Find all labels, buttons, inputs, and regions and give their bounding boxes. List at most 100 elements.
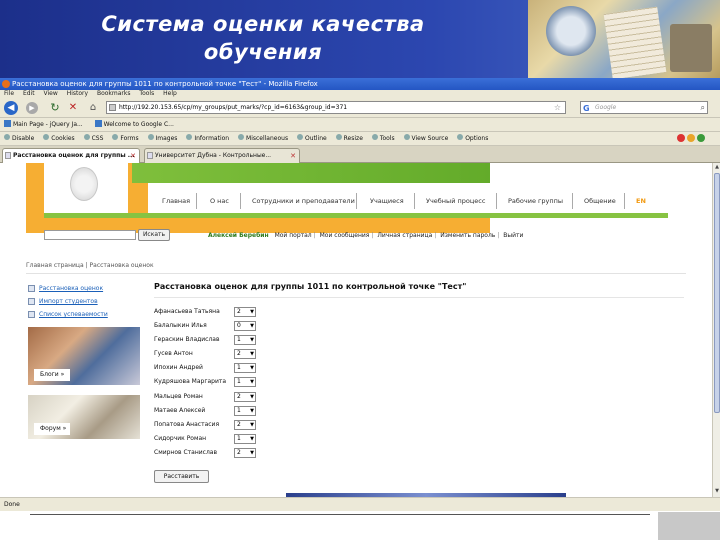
menu-file[interactable]: File	[4, 90, 14, 97]
devtool-images[interactable]: Images	[147, 134, 177, 142]
grade-select[interactable]: 1 ▼	[234, 377, 256, 388]
sidebar-link-put-marks[interactable]: Расстановка оценок	[28, 283, 148, 296]
grade-select[interactable]: 1 ▼	[234, 335, 256, 346]
nav-work-groups[interactable]: Рабочие группы	[508, 197, 563, 205]
grade-select[interactable]: 2 ▼	[234, 349, 256, 360]
grade-value: 0	[237, 322, 241, 330]
nav-students[interactable]: Учащиеся	[370, 197, 404, 205]
tab-put-marks[interactable]: Расстановка оценок для группы ... ✕	[2, 148, 140, 163]
site-search-input[interactable]	[44, 230, 136, 240]
scrollbar-thumb[interactable]	[714, 173, 720, 413]
breadcrumb[interactable]: Главная страница | Расстановка оценок	[26, 262, 154, 269]
window-title-bar: Расстановка оценок для группы 1011 по ко…	[0, 78, 720, 90]
student-name: Матаев Алексей	[154, 406, 206, 414]
status-indicators	[675, 134, 705, 144]
devtool-resize[interactable]: Resize	[335, 134, 363, 142]
blogs-button[interactable]: Блоги »	[34, 369, 70, 381]
dropdown-arrow-icon: ▼	[250, 407, 254, 414]
grade-select[interactable]: 1 ▼	[234, 363, 256, 374]
devtool-disable[interactable]: Disable	[4, 134, 34, 142]
scroll-down-icon[interactable]: ▼	[714, 488, 720, 495]
firefox-icon	[2, 80, 10, 88]
devtool-cookies[interactable]: Cookies	[43, 134, 75, 142]
nav-communication[interactable]: Общение	[584, 197, 616, 205]
scroll-up-icon[interactable]: ▲	[714, 164, 720, 171]
grade-select[interactable]: 1 ▼	[234, 433, 256, 444]
grade-select[interactable]: 2 ▼	[234, 391, 256, 402]
stop-button[interactable]: ✕	[66, 101, 80, 115]
devtool-view-source[interactable]: View Source	[403, 134, 448, 142]
nav-separator	[572, 193, 573, 209]
home-button[interactable]: ⌂	[86, 101, 100, 115]
bookmarks-bar: Main Page - jQuery Ja... Welcome to Goog…	[0, 118, 720, 132]
error-icon	[677, 134, 685, 142]
user-panel: Алексей Беребин Мой портал | Мои сообщени…	[208, 232, 523, 239]
reload-button[interactable]: ↻	[48, 101, 62, 115]
grade-select[interactable]: 2 ▼	[234, 447, 256, 458]
forum-photo[interactable]: Форум »	[28, 395, 140, 439]
warning-icon	[687, 134, 695, 142]
submit-marks-button[interactable]: Расставить	[154, 470, 209, 483]
nav-staff[interactable]: Сотрудники и преподаватели	[252, 197, 355, 205]
nav-home[interactable]: Главная	[162, 197, 190, 205]
menu-view[interactable]: View	[44, 90, 58, 97]
search-icon[interactable]: ⌕	[701, 102, 705, 113]
grade-value: 2	[237, 350, 241, 358]
sidebar-link-progress-list[interactable]: Список успеваемости	[28, 309, 148, 322]
grade-row: Смирнов Станислав 2 ▼	[154, 447, 264, 461]
bookmark-star-icon[interactable]: ☆	[554, 102, 561, 113]
nav-about[interactable]: О нас	[210, 197, 229, 205]
link-my-portal[interactable]: Мой портал	[275, 232, 312, 239]
tab-university[interactable]: Университет Дубна - Контрольные... ✕	[144, 148, 300, 163]
sidebar-link-label: Расстановка оценок	[39, 285, 104, 292]
menu-bookmarks[interactable]: Bookmarks	[97, 90, 131, 97]
ok-icon	[697, 134, 705, 142]
link-logout[interactable]: Выйти	[503, 232, 523, 239]
devtool-information[interactable]: Information	[186, 134, 229, 142]
menu-history[interactable]: History	[67, 90, 88, 97]
options-icon	[457, 134, 464, 140]
grade-select[interactable]: 1 ▼	[234, 405, 256, 416]
url-bar[interactable]: http://192.20.153.65/cp/my_groups/put_ma…	[106, 101, 566, 114]
blogs-photo[interactable]: Блоги »	[28, 327, 140, 385]
menu-help[interactable]: Help	[163, 90, 177, 97]
forum-button[interactable]: Форум »	[34, 423, 70, 435]
sidebar-link-import-students[interactable]: Импорт студентов	[28, 296, 148, 309]
devtool-miscellaneous[interactable]: Miscellaneous	[238, 134, 288, 142]
grade-select[interactable]: 2 ▼	[234, 419, 256, 430]
devtool-css[interactable]: CSS	[83, 134, 103, 142]
site-search-button[interactable]: Искать	[138, 229, 170, 241]
menu-tools[interactable]: Tools	[139, 90, 154, 97]
page-icon	[147, 152, 153, 159]
student-name: Сидорчик Роман	[154, 434, 207, 442]
devtool-tools[interactable]: Tools	[371, 134, 395, 142]
window-title: Расстановка оценок для группы 1011 по ко…	[12, 80, 318, 88]
close-icon[interactable]: ✕	[290, 149, 296, 163]
grade-select[interactable]: 2 ▼	[234, 307, 256, 317]
forward-button[interactable]: ▶	[26, 102, 38, 114]
nav-language[interactable]: EN	[636, 197, 646, 205]
devtool-outline[interactable]: Outline	[297, 134, 327, 142]
university-logo-icon[interactable]	[70, 167, 98, 201]
link-my-messages[interactable]: Мои сообщения	[320, 232, 370, 239]
devtool-forms[interactable]: Forms	[112, 134, 139, 142]
back-button[interactable]: ◀	[4, 101, 18, 115]
menu-edit[interactable]: Edit	[23, 90, 35, 97]
bookmark-item[interactable]: Main Page - jQuery Ja...	[4, 120, 83, 128]
user-name[interactable]: Алексей Беребин	[208, 232, 269, 239]
tab-label: Университет Дубна - Контрольные...	[155, 152, 272, 159]
nav-education[interactable]: Учебный процесс	[426, 197, 485, 205]
vertical-scrollbar[interactable]: ▲ ▼	[712, 163, 720, 497]
close-icon[interactable]: ✕	[130, 149, 136, 163]
images-icon	[147, 134, 154, 140]
devtool-options[interactable]: Options	[457, 134, 488, 142]
link-personal-page[interactable]: Личная страница	[377, 232, 432, 239]
search-bar[interactable]: G Google ⌕	[580, 101, 708, 114]
grade-select[interactable]: 0 ▼	[234, 321, 256, 332]
link-change-password[interactable]: Изменить пароль	[440, 232, 495, 239]
bookmark-item[interactable]: Welcome to Google C...	[94, 120, 174, 128]
site-header-green-bar	[44, 213, 668, 218]
dropdown-arrow-icon: ▼	[250, 365, 254, 372]
blogs-label: Блоги	[40, 371, 59, 378]
site-header-green-band	[132, 163, 490, 183]
